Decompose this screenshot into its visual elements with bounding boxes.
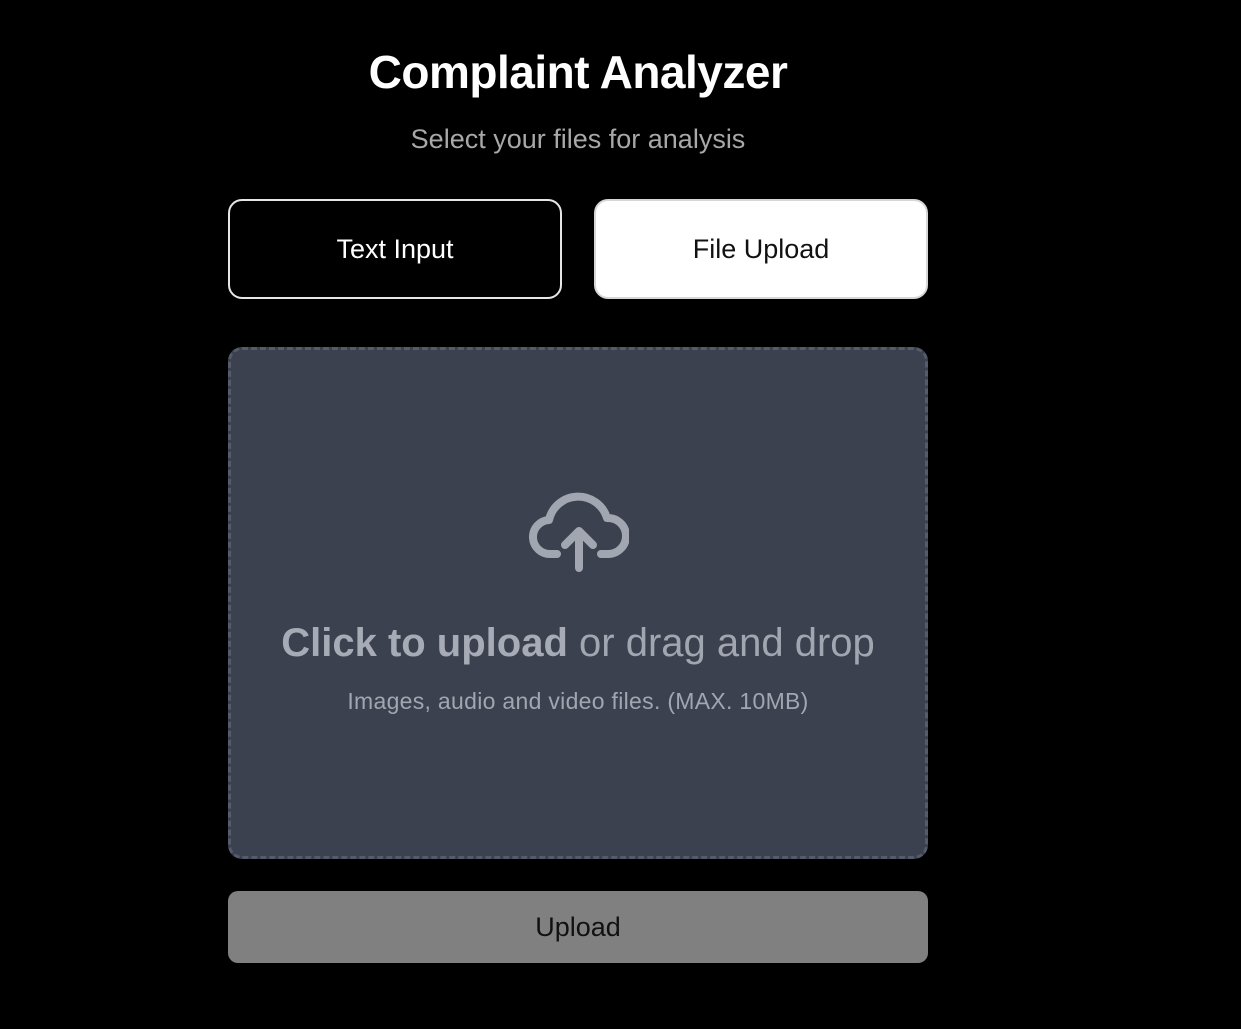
dropzone-hint: Images, audio and video files. (MAX. 10M… <box>347 688 809 714</box>
file-dropzone[interactable]: Click to upload or drag and drop Images,… <box>228 347 928 859</box>
page-title: Complaint Analyzer <box>368 46 788 98</box>
drag-drop-text: or drag and drop <box>567 621 875 665</box>
page: Complaint Analyzer Select your files for… <box>0 0 1241 1029</box>
dropzone-instruction: Click to upload or drag and drop <box>231 618 925 668</box>
page-subtitle: Select your files for analysis <box>410 124 746 154</box>
click-to-upload-link[interactable]: Click to upload <box>281 621 568 665</box>
cloud-upload-icon <box>529 492 629 572</box>
input-mode-toggle: Text Input File Upload <box>228 199 928 299</box>
upload-button[interactable]: Upload <box>228 891 928 963</box>
tab-text-input[interactable]: Text Input <box>228 199 562 299</box>
tab-file-upload[interactable]: File Upload <box>594 199 928 299</box>
